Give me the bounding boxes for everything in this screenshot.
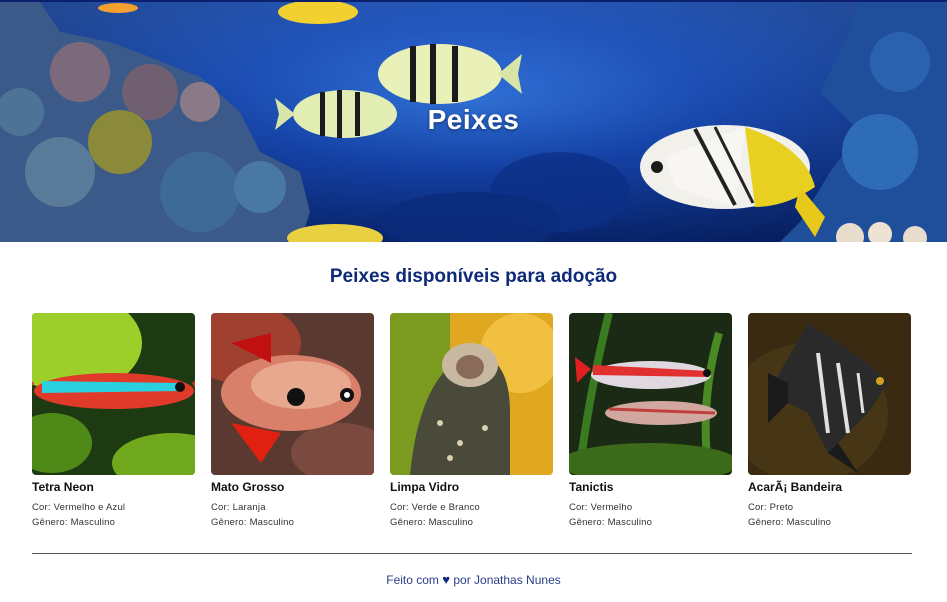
fish-name: Tetra Neon (32, 480, 94, 494)
footer-divider (32, 553, 912, 554)
fish-name: AcarÃ¡ Bandeira (748, 480, 843, 494)
footer-author: por Jonathas Nunes (453, 573, 561, 587)
fish-color: Cor: Vermelho (569, 502, 633, 513)
fish-name: Mato Grosso (211, 480, 285, 494)
fish-gender: Gênero: Masculino (211, 517, 295, 528)
fish-photo-limpa-vidro (390, 313, 553, 475)
fish-photo-mato-grosso (211, 313, 374, 475)
fish-photo-tanictis (569, 313, 732, 475)
section-heading: Peixes disponíveis para adoção (329, 266, 618, 287)
fish-gender: Gênero: Masculino (390, 517, 474, 528)
fish-gender: Gênero: Masculino (32, 517, 116, 528)
fish-color: Cor: Preto (748, 502, 794, 513)
fish-color: Cor: Vermelho e Azul (32, 502, 126, 513)
fish-card-list: Tetra Neon Cor: Vermelho e Azul Gênero: … (32, 313, 912, 533)
fish-name: Tanictis (569, 480, 614, 494)
hero-banner: Peixes (0, 2, 947, 242)
fish-card[interactable]: AcarÃ¡ Bandeira Cor: Preto Gênero: Mascu… (748, 313, 911, 530)
fish-color: Cor: Laranja (211, 502, 266, 513)
fish-card[interactable]: Tanictis Cor: Vermelho Gênero: Masculino (569, 313, 732, 530)
fish-gender: Gênero: Masculino (748, 517, 832, 528)
fish-gender: Gênero: Masculino (569, 517, 653, 528)
fish-color: Cor: Verde e Branco (390, 502, 480, 513)
fish-card[interactable]: Mato Grosso Cor: Laranja Gênero: Masculi… (211, 313, 374, 530)
heart-icon: ♥ (442, 572, 450, 587)
fish-photo-acara-bandeira (748, 313, 911, 475)
fish-photo-tetra-neon (32, 313, 195, 475)
fish-card[interactable]: Tetra Neon Cor: Vermelho e Azul Gênero: … (32, 313, 195, 530)
footer-prefix: Feito com (386, 573, 439, 587)
footer: Feito com ♥ por Jonathas Nunes (0, 572, 947, 587)
page-title: Peixes (427, 104, 520, 135)
fish-name: Limpa Vidro (390, 480, 460, 494)
fish-card[interactable]: Limpa Vidro Cor: Verde e Branco Gênero: … (390, 313, 553, 530)
